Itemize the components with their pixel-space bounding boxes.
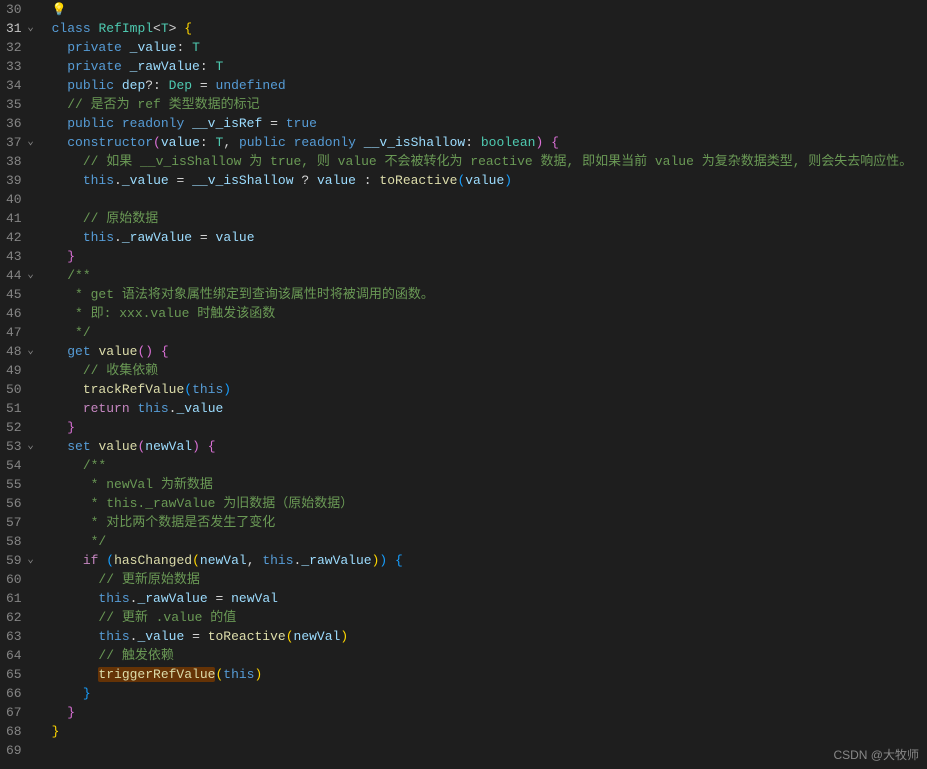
code-line[interactable]: [52, 741, 927, 760]
line-number: 59⌄: [6, 551, 36, 570]
line-number: 39: [6, 171, 36, 190]
line-number: 42: [6, 228, 36, 247]
code-line[interactable]: this._value = toReactive(newVal): [52, 627, 927, 646]
code-line[interactable]: * newVal 为新数据: [52, 475, 927, 494]
code-line[interactable]: set value(newVal) {: [52, 437, 927, 456]
code-line[interactable]: return this._value: [52, 399, 927, 418]
code-line[interactable]: // 原始数据: [52, 209, 927, 228]
line-number: 55: [6, 475, 36, 494]
line-number: 62: [6, 608, 36, 627]
code-line[interactable]: // 触发依赖: [52, 646, 927, 665]
line-number: 53⌄: [6, 437, 36, 456]
code-line[interactable]: * get 语法将对象属性绑定到查询该属性时将被调用的函数。: [52, 285, 927, 304]
line-number: 50: [6, 380, 36, 399]
fold-icon[interactable]: ⌄: [26, 133, 36, 152]
code-line[interactable]: triggerRefValue(this): [52, 665, 927, 684]
lightbulb-icon[interactable]: 💡: [52, 3, 67, 17]
code-line[interactable]: */: [52, 323, 927, 342]
line-number: 35: [6, 95, 36, 114]
line-number: 30: [6, 0, 36, 19]
code-line[interactable]: }: [52, 703, 927, 722]
line-number: 41: [6, 209, 36, 228]
code-line[interactable]: this._value = __v_isShallow ? value : to…: [52, 171, 927, 190]
line-number: 56: [6, 494, 36, 513]
line-number: 38: [6, 152, 36, 171]
line-number: 60: [6, 570, 36, 589]
code-line[interactable]: this._rawValue = value: [52, 228, 927, 247]
code-line[interactable]: get value() {: [52, 342, 927, 361]
code-line[interactable]: 💡: [52, 0, 927, 19]
code-editor[interactable]: 3031⌄323334353637⌄38394041424344⌄4546474…: [0, 0, 927, 769]
line-number: 52: [6, 418, 36, 437]
code-line[interactable]: // 更新 .value 的值: [52, 608, 927, 627]
code-line[interactable]: if (hasChanged(newVal, this._rawValue)) …: [52, 551, 927, 570]
line-number: 49: [6, 361, 36, 380]
watermark: CSDN @大牧师: [833, 746, 919, 765]
code-line[interactable]: /**: [52, 456, 927, 475]
line-number: 40: [6, 190, 36, 209]
fold-icon[interactable]: ⌄: [26, 551, 36, 570]
fold-icon[interactable]: ⌄: [26, 19, 36, 38]
code-line[interactable]: // 更新原始数据: [52, 570, 927, 589]
code-line[interactable]: // 收集依赖: [52, 361, 927, 380]
code-line[interactable]: */: [52, 532, 927, 551]
code-line[interactable]: // 如果 __v_isShallow 为 true, 则 value 不会被转…: [52, 152, 927, 171]
code-line[interactable]: public dep?: Dep = undefined: [52, 76, 927, 95]
line-number: 68: [6, 722, 36, 741]
line-number: 64: [6, 646, 36, 665]
fold-icon[interactable]: ⌄: [26, 437, 36, 456]
line-number: 33: [6, 57, 36, 76]
code-line[interactable]: }: [52, 722, 927, 741]
code-line[interactable]: * 对比两个数据是否发生了变化: [52, 513, 927, 532]
line-number: 67: [6, 703, 36, 722]
line-number: 61: [6, 589, 36, 608]
line-number: 46: [6, 304, 36, 323]
code-line[interactable]: }: [52, 418, 927, 437]
line-number: 32: [6, 38, 36, 57]
code-line[interactable]: class RefImpl<T> {: [52, 19, 927, 38]
code-line[interactable]: [52, 190, 927, 209]
line-number: 37⌄: [6, 133, 36, 152]
code-line[interactable]: private _value: T: [52, 38, 927, 57]
line-number: 45: [6, 285, 36, 304]
line-number: 48⌄: [6, 342, 36, 361]
line-number: 69: [6, 741, 36, 760]
code-line[interactable]: public readonly __v_isRef = true: [52, 114, 927, 133]
code-line[interactable]: /**: [52, 266, 927, 285]
line-number: 54: [6, 456, 36, 475]
code-area[interactable]: 💡 class RefImpl<T> { private _value: T p…: [44, 0, 927, 769]
gutter: 3031⌄323334353637⌄38394041424344⌄4546474…: [0, 0, 44, 769]
code-line[interactable]: * this._rawValue 为旧数据（原始数据）: [52, 494, 927, 513]
code-line[interactable]: // 是否为 ref 类型数据的标记: [52, 95, 927, 114]
line-number: 57: [6, 513, 36, 532]
line-number: 31⌄: [6, 19, 36, 38]
line-number: 58: [6, 532, 36, 551]
code-line[interactable]: this._rawValue = newVal: [52, 589, 927, 608]
line-number: 66: [6, 684, 36, 703]
fold-icon[interactable]: ⌄: [26, 342, 36, 361]
code-line[interactable]: private _rawValue: T: [52, 57, 927, 76]
fold-icon[interactable]: ⌄: [26, 266, 36, 285]
line-number: 36: [6, 114, 36, 133]
line-number: 34: [6, 76, 36, 95]
code-line[interactable]: }: [52, 247, 927, 266]
line-number: 63: [6, 627, 36, 646]
code-line[interactable]: * 即: xxx.value 时触发该函数: [52, 304, 927, 323]
code-line[interactable]: }: [52, 684, 927, 703]
line-number: 47: [6, 323, 36, 342]
code-line[interactable]: trackRefValue(this): [52, 380, 927, 399]
line-number: 44⌄: [6, 266, 36, 285]
code-line[interactable]: constructor(value: T, public readonly __…: [52, 133, 927, 152]
line-number: 43: [6, 247, 36, 266]
line-number: 65: [6, 665, 36, 684]
line-number: 51: [6, 399, 36, 418]
